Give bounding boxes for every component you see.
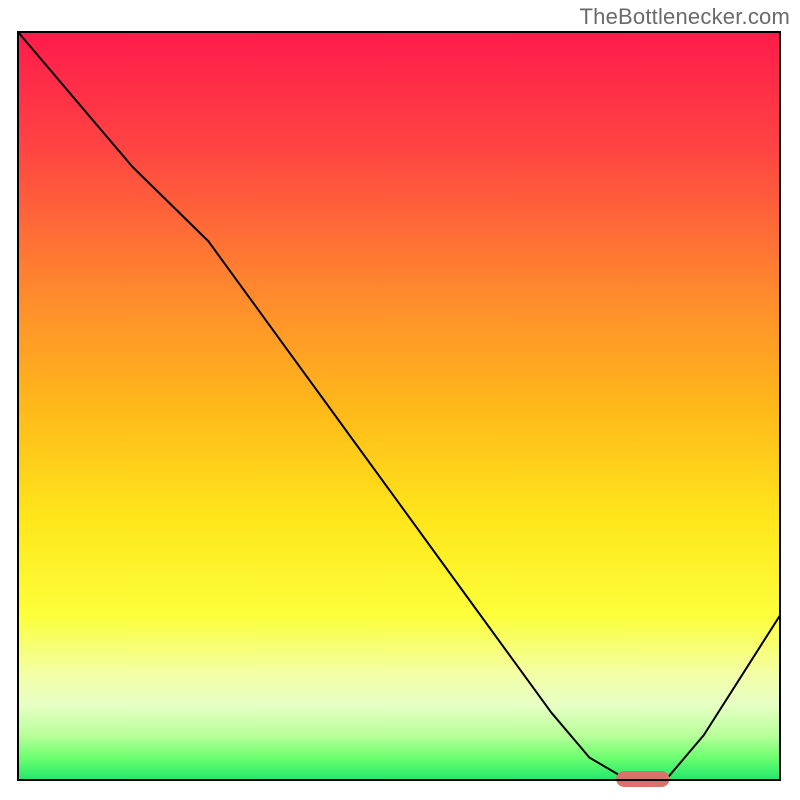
- bottleneck-chart: [0, 0, 800, 800]
- watermark-text: TheBottlenecker.com: [580, 4, 790, 30]
- gradient-background: [18, 32, 780, 780]
- chart-container: TheBottlenecker.com: [0, 0, 800, 800]
